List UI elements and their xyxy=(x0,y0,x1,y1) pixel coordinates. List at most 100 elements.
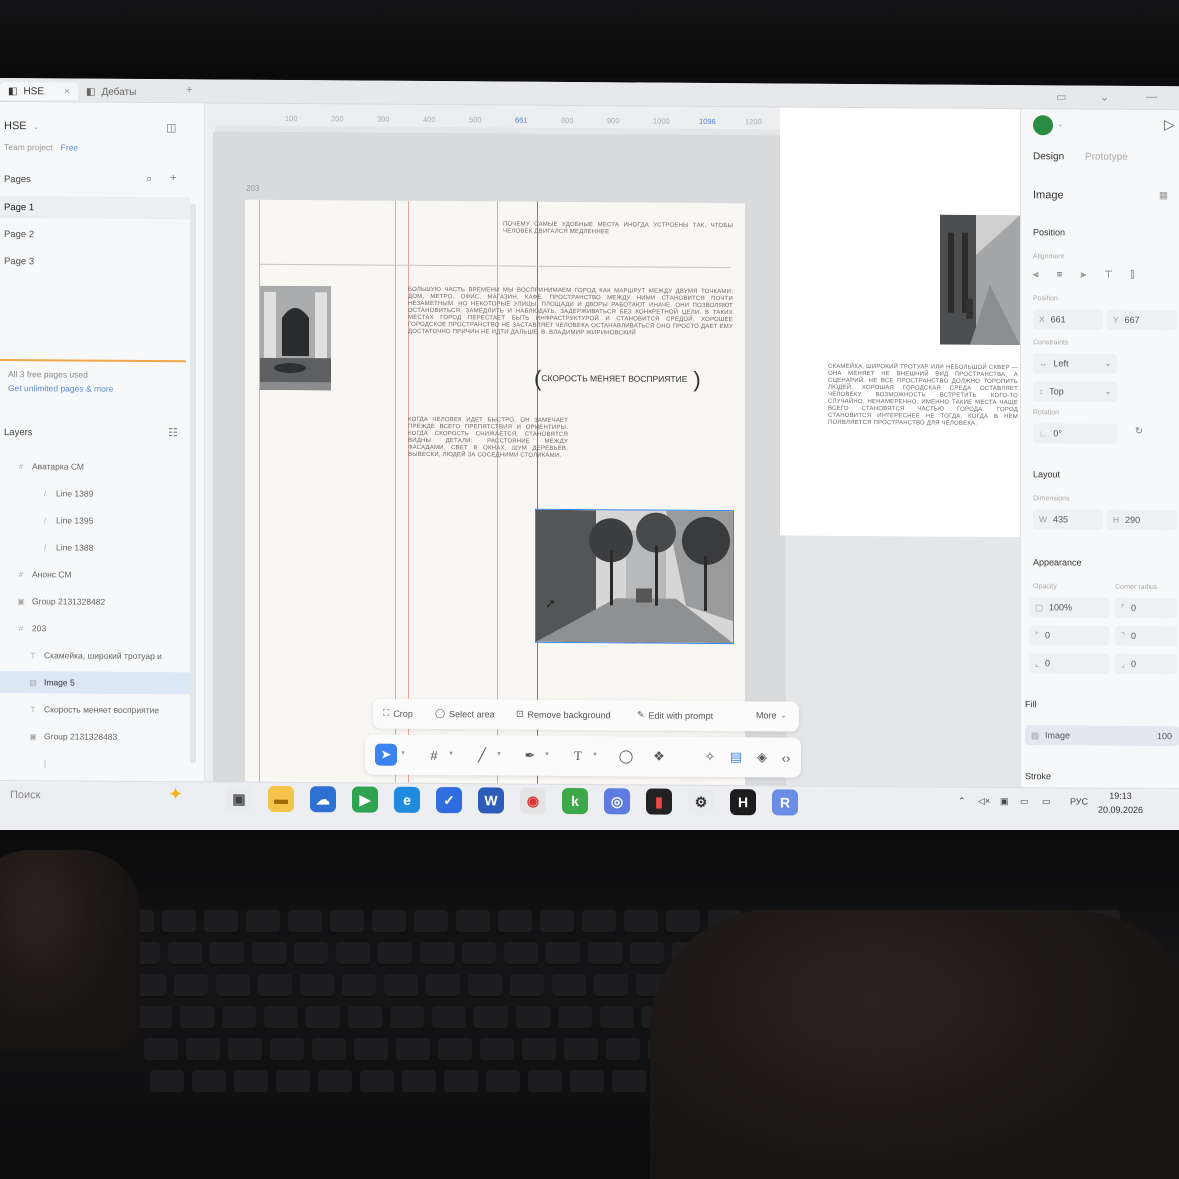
layer-item[interactable]: ▣ Group 2131328482 xyxy=(0,590,192,613)
close-icon[interactable]: × xyxy=(64,86,70,97)
chevron-down-icon[interactable]: ▼ xyxy=(400,751,406,757)
arch-photo[interactable] xyxy=(260,285,331,391)
align-top-icon[interactable]: ⊤ xyxy=(1104,270,1113,281)
corner-tr-field[interactable]: ⌝ 0 xyxy=(1115,625,1177,647)
speed-text[interactable]: Когда человек идет быстро, он замечает п… xyxy=(408,417,568,460)
quote-text[interactable]: (СКОРОСТЬ МЕНЯЕТ ВОСПРИЯТИЕ) xyxy=(534,366,701,393)
app-r-icon[interactable]: R xyxy=(772,789,798,816)
comment-tool-icon[interactable]: ◯ xyxy=(615,745,637,767)
upgrade-link[interactable]: Get unlimited pages & more xyxy=(8,381,178,396)
play-icon[interactable]: ▷ xyxy=(1164,116,1175,133)
app-dark-icon[interactable]: ▮ xyxy=(646,788,672,815)
app-k-icon[interactable]: k xyxy=(562,787,588,815)
page-item-2[interactable]: Page 2 xyxy=(0,223,190,246)
frame-203[interactable]: почему самые удобные места иногда устрое… xyxy=(245,199,745,786)
scrollbar[interactable] xyxy=(190,203,196,764)
layer-item[interactable]: # Анонс СМ xyxy=(0,563,192,586)
app-h-icon[interactable]: H xyxy=(730,789,756,816)
code-tool-icon[interactable]: ‹› xyxy=(775,746,797,768)
edit-with-prompt-button[interactable]: ✎ Edit with prompt xyxy=(637,709,713,721)
tab-design[interactable]: Design xyxy=(1033,151,1064,162)
volume-icon[interactable]: ◁× xyxy=(978,796,990,807)
align-middle-icon[interactable]: ⫿ xyxy=(1131,270,1134,281)
layer-item[interactable]: #203 xyxy=(0,617,192,640)
align-right-icon[interactable]: ⫸ xyxy=(1080,270,1086,281)
settings-icon[interactable]: ⚙ xyxy=(688,788,714,815)
grid-icon[interactable]: ▦ xyxy=(1159,190,1168,201)
corridor-photo[interactable] xyxy=(940,214,1020,346)
pen-tool-icon[interactable]: ✒ xyxy=(519,745,541,767)
chrome-icon[interactable]: ◉ xyxy=(520,787,546,814)
chevron-down-icon[interactable]: ▼ xyxy=(592,752,598,758)
body-text[interactable]: Большую часть времени мы воспринимаем го… xyxy=(408,287,733,338)
align-left-icon[interactable]: ⫷ xyxy=(1033,269,1039,280)
layer-item[interactable]: T Скамейка, широкий тротуар и xyxy=(0,644,192,667)
text-tool-icon[interactable]: T xyxy=(567,745,589,767)
align-center-icon[interactable]: ≡ xyxy=(1057,269,1063,280)
window-minimize-icon[interactable]: — xyxy=(1146,91,1157,103)
chevron-down-icon[interactable]: ▼ xyxy=(544,752,550,758)
tab-debaty[interactable]: ◧ Дебаты xyxy=(78,83,144,101)
corner-bl-field[interactable]: ⌞ 0 xyxy=(1029,653,1109,674)
app-meet-icon[interactable]: ▶ xyxy=(352,786,378,813)
select-area-button[interactable]: ◯ Select area xyxy=(435,708,495,719)
x-field[interactable]: X 661 xyxy=(1033,309,1103,330)
display-icon[interactable]: ▣ xyxy=(1000,796,1009,807)
street-photo[interactable] xyxy=(535,508,734,645)
add-page-icon[interactable]: + xyxy=(170,172,176,184)
horizontal-constraint[interactable]: ↔ Left ⌄ xyxy=(1033,353,1117,374)
fill-image-row[interactable]: ▨ Image 100 xyxy=(1025,725,1179,747)
more-button[interactable]: More ⌄ xyxy=(756,710,786,720)
chevron-down-icon[interactable]: ▼ xyxy=(496,751,502,757)
corner-br-field[interactable]: ⌟ 0 xyxy=(1115,653,1177,675)
project-title[interactable]: HSE ⌄ xyxy=(4,120,39,132)
move-tool-icon[interactable]: ➤ xyxy=(375,743,397,766)
frame-next[interactable]: Скамейка, широкий тротуар или небольшой … xyxy=(780,107,1020,538)
page-item-3[interactable]: Page 3 xyxy=(0,250,190,273)
task-view-icon[interactable]: ▣ xyxy=(226,785,252,812)
tab-prototype[interactable]: Prototype xyxy=(1085,152,1128,163)
chat-icon[interactable]: ▭ xyxy=(1020,796,1029,807)
app-blue-cloud-icon[interactable]: ☁ xyxy=(310,786,336,813)
rotation-field[interactable]: ∟ 0° xyxy=(1033,423,1117,444)
search-icon[interactable]: ⌕ xyxy=(146,173,152,186)
right-frame-text[interactable]: Скамейка, широкий тротуар или небольшой … xyxy=(828,364,1018,428)
avatar[interactable] xyxy=(1033,115,1053,136)
tab-hse[interactable]: ◧ HSE × xyxy=(0,82,78,101)
canvas[interactable]: 1002003004005006618009001000109612001300… xyxy=(205,103,1020,788)
word-icon[interactable]: W xyxy=(478,787,504,814)
remove-background-button[interactable]: ⊡ Remove background xyxy=(516,709,611,721)
file-explorer-icon[interactable]: ▬ xyxy=(268,785,294,813)
copilot-sparkle-icon[interactable]: ✦ xyxy=(168,784,183,805)
layer-item[interactable]: / Line 1389 xyxy=(0,482,192,505)
assets-tool-icon[interactable]: ◈ xyxy=(751,746,773,768)
vertical-constraint[interactable]: ↕ Top ⌄ xyxy=(1033,381,1117,402)
clock[interactable]: 19:13 20.09.2026 xyxy=(1098,789,1143,817)
app-check-icon[interactable]: ✓ xyxy=(436,787,462,814)
dev-mode-icon[interactable]: ▤ xyxy=(725,746,747,768)
y-field[interactable]: Y 667 xyxy=(1107,309,1177,331)
chevron-down-icon[interactable]: ⌄ xyxy=(1100,91,1109,104)
layer-item[interactable]: | xyxy=(0,752,192,775)
frame-tool-icon[interactable]: # xyxy=(423,744,445,766)
crop-button[interactable]: ⛶ Crop xyxy=(383,708,413,719)
width-field[interactable]: W 435 xyxy=(1033,509,1103,530)
minimize-icon[interactable]: ▭ xyxy=(1056,90,1066,103)
layer-item[interactable]: / Line 1388 xyxy=(0,536,192,559)
opacity-field[interactable]: ▢ 100% xyxy=(1029,597,1109,618)
layer-item[interactable]: / Line 1395 xyxy=(0,509,192,532)
height-field[interactable]: H 290 xyxy=(1107,509,1177,531)
chevron-down-icon[interactable]: ⌄ xyxy=(1057,119,1064,128)
frame-label[interactable]: 203 xyxy=(246,184,259,193)
chevron-down-icon[interactable]: ▼ xyxy=(448,751,454,757)
layer-item[interactable]: ▧ Image 5 xyxy=(0,671,192,695)
corner-radius-field[interactable]: ⌜ 0 xyxy=(1115,597,1177,619)
header-text[interactable]: почему самые удобные места иногда устрое… xyxy=(503,222,733,238)
chevron-up-icon[interactable]: ⌃ xyxy=(958,796,966,807)
layer-item[interactable]: # Аватарка СМ xyxy=(0,455,192,478)
edge-icon[interactable]: e xyxy=(394,786,420,813)
rotate-icon[interactable]: ↻ xyxy=(1135,426,1143,437)
language-indicator[interactable]: РУС xyxy=(1070,796,1088,806)
components-tool-icon[interactable]: ❖ xyxy=(648,746,670,768)
line-tool-icon[interactable]: ╱ xyxy=(471,744,493,766)
